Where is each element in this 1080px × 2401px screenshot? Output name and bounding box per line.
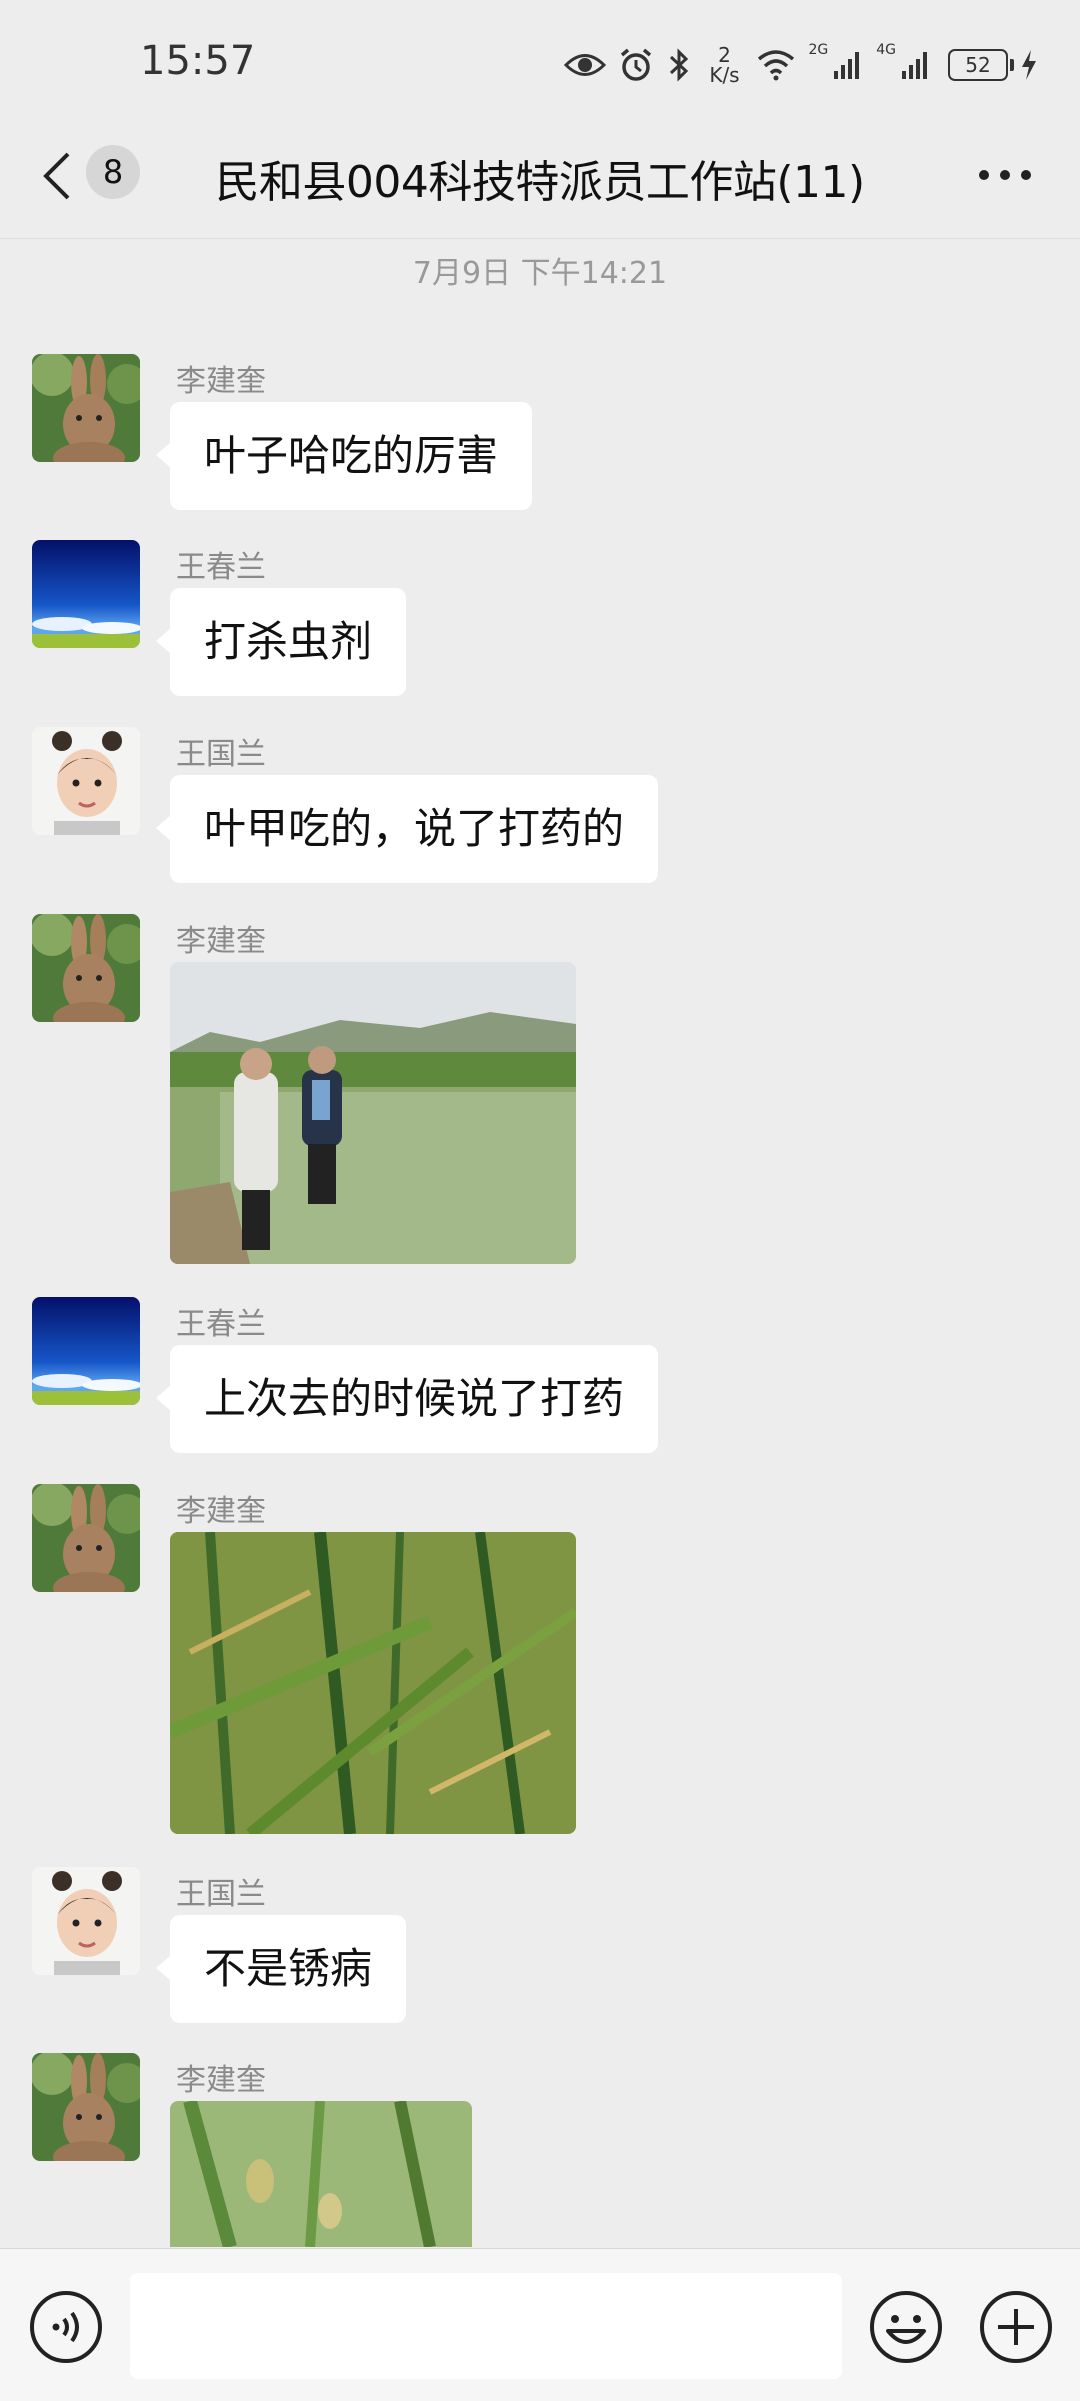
input-bar	[0, 2248, 1080, 2401]
signal-icon-2	[902, 52, 927, 79]
avatar[interactable]	[32, 354, 140, 462]
avatar[interactable]	[32, 727, 140, 835]
message-photo[interactable]	[170, 962, 576, 1264]
wheat-ear-image	[170, 2101, 472, 2247]
child-avatar-icon	[32, 1867, 140, 1975]
sender-name: 李建奎	[176, 1494, 266, 1529]
plus-circle-icon	[980, 2291, 1052, 2363]
sender-name: 王春兰	[176, 1307, 266, 1342]
more-options-button[interactable]	[970, 150, 1040, 200]
avatar[interactable]	[32, 1297, 140, 1405]
sky-avatar-icon	[32, 540, 140, 648]
battery-level: 52	[948, 49, 1014, 81]
avatar[interactable]	[32, 2053, 140, 2161]
rabbit-avatar-icon	[32, 914, 140, 1022]
voice-icon	[30, 2291, 102, 2363]
eye-icon	[564, 54, 607, 76]
child-avatar-icon	[32, 727, 140, 835]
rabbit-avatar-icon	[32, 2053, 140, 2161]
signal-icon	[834, 52, 860, 79]
message-bubble[interactable]: 打杀虫剂	[155, 588, 407, 696]
more-functions-button[interactable]	[978, 2289, 1054, 2365]
message-bubble[interactable]: 不是锈病	[155, 1915, 407, 2023]
sender-name: 李建奎	[176, 924, 266, 959]
avatar[interactable]	[32, 1484, 140, 1592]
network-speed: 2 K/s	[709, 43, 740, 87]
voice-input-button[interactable]	[28, 2289, 104, 2365]
status-bar: 15:57 2 K/s 2G 4G 52	[0, 0, 1080, 128]
emoji-button[interactable]	[868, 2289, 944, 2365]
rabbit-avatar-icon	[32, 354, 140, 462]
avatar[interactable]	[32, 1867, 140, 1975]
sky-avatar-icon	[32, 1297, 140, 1405]
sender-name: 王国兰	[176, 737, 266, 772]
network-type-label: 2G	[808, 42, 829, 58]
field-photo-image	[170, 962, 576, 1264]
message-bubble[interactable]: 上次去的时候说了打药	[155, 1345, 659, 1453]
alarm-icon	[621, 48, 652, 81]
message-input[interactable]	[130, 2273, 842, 2379]
message-bubble[interactable]: 叶甲吃的，说了打药的	[155, 775, 659, 883]
sender-name: 王春兰	[176, 550, 266, 585]
more-dots-icon	[979, 170, 1031, 180]
sender-name: 李建奎	[176, 2063, 266, 2098]
network-type-label-2: 4G	[876, 42, 896, 58]
emoji-icon	[870, 2291, 942, 2363]
message-photo[interactable]	[170, 2101, 472, 2247]
avatar[interactable]	[32, 914, 140, 1022]
chat-timestamp: 7月9日 下午14:21	[412, 256, 668, 291]
rabbit-avatar-icon	[32, 1484, 140, 1592]
bluetooth-icon	[670, 48, 689, 82]
sender-name: 王国兰	[176, 1877, 266, 1912]
message-bubble[interactable]: 叶子哈吃的厉害	[155, 402, 533, 510]
charging-icon	[1022, 50, 1036, 80]
chat-title: 民和县004科技特派员工作站(11)	[215, 157, 865, 208]
wheat-leaves-image	[170, 1532, 576, 1834]
avatar[interactable]	[32, 540, 140, 648]
sender-name: 李建奎	[176, 364, 266, 399]
message-photo[interactable]	[170, 1532, 576, 1834]
status-icons: 2 K/s 2G 4G 52	[564, 40, 1038, 90]
status-time: 15:57	[140, 38, 256, 84]
wifi-icon	[758, 50, 795, 81]
